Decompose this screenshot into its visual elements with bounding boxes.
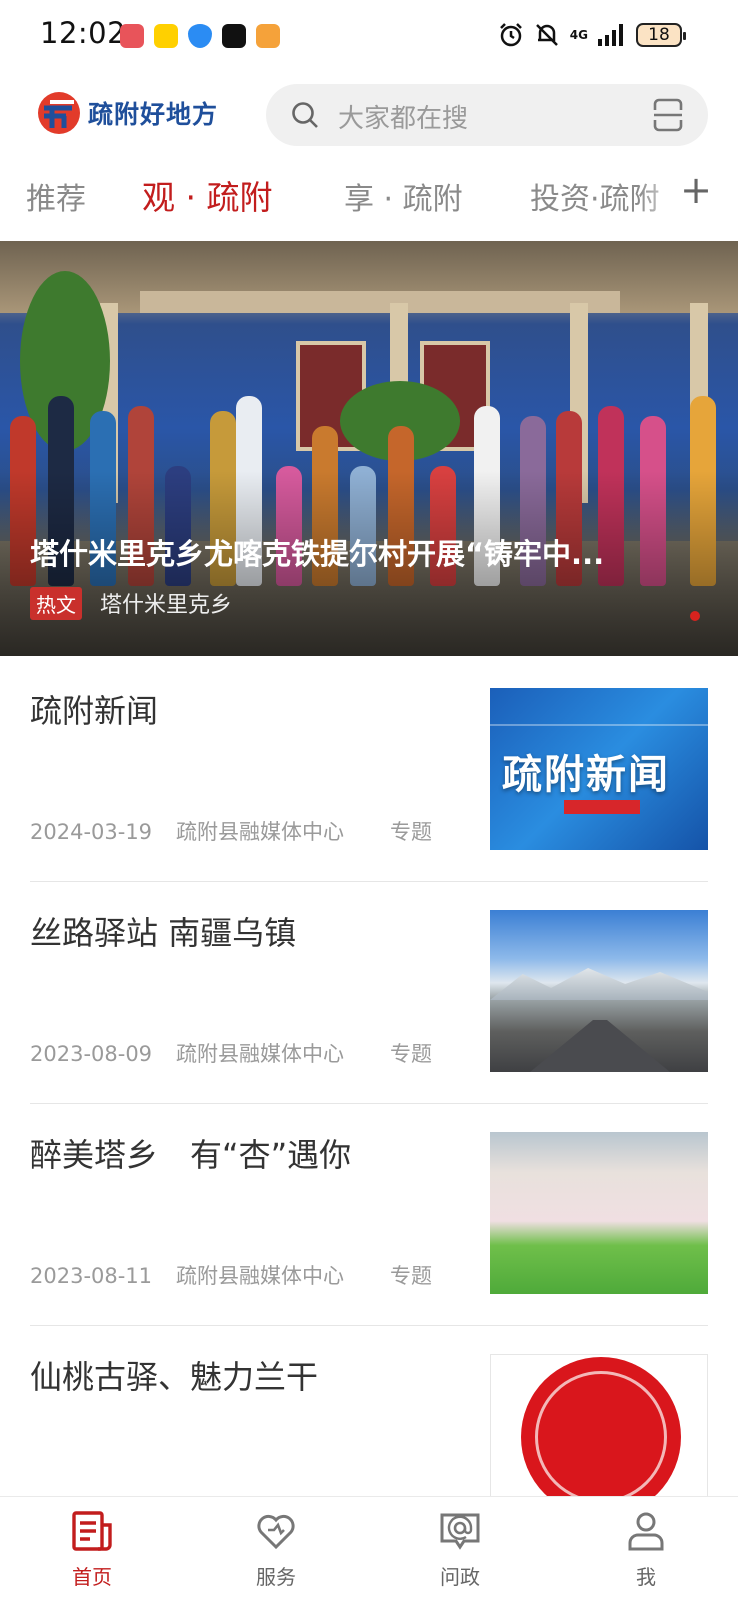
news-thumbnail — [490, 1354, 708, 1516]
hero-title: 塔什米里克乡尤喀克铁提尔村开展“铸牢中... — [30, 537, 605, 571]
bottom-nav: 首页 服务 问政 我 — [0, 1496, 738, 1600]
news-date: 2023-08-11 — [30, 1264, 153, 1288]
hero-source: 塔什米里克乡 — [100, 593, 233, 618]
add-channel-icon[interactable]: + — [680, 168, 712, 212]
hero-image-beam — [140, 291, 620, 313]
news-meta: 2023-08-09 疏附县融媒体中心 专题 — [30, 1038, 456, 1068]
news-title: 丝路驿站 南疆乌镇 — [30, 914, 297, 952]
news-date: 2023-08-09 — [30, 1042, 153, 1066]
news-meta: 2024-03-19 疏附县融媒体中心 专题 — [30, 816, 456, 846]
news-type: 专题 — [390, 1264, 433, 1288]
search-icon — [292, 102, 318, 128]
list-item[interactable]: 丝路驿站 南疆乌镇 2023-08-09 疏附县融媒体中心 专题 — [30, 878, 708, 1104]
search-bar[interactable]: 大家都在搜 — [266, 84, 708, 146]
news-source: 疏附县融媒体中心 — [176, 1264, 345, 1288]
network-type: 4G — [569, 28, 588, 42]
mute-icon — [535, 24, 558, 46]
news-type: 专题 — [390, 1042, 433, 1066]
nav-service[interactable]: 服务 — [226, 1509, 326, 1599]
nav-me[interactable]: 我 — [596, 1509, 696, 1599]
thumb-banner — [564, 800, 640, 814]
hot-tag-badge: 热文 — [30, 587, 82, 620]
news-type: 专题 — [390, 820, 433, 844]
nav-home[interactable]: 首页 — [42, 1509, 142, 1599]
alarm-icon — [499, 23, 522, 47]
message-app-icon — [256, 24, 280, 48]
list-item[interactable]: 醉美塔乡 有“杏”遇你 2023-08-11 疏附县融媒体中心 专题 — [30, 1100, 708, 1326]
brand-logo-icon[interactable] — [36, 90, 82, 136]
tab-guan-shufu[interactable]: 观 · 疏附 — [142, 171, 272, 219]
app-notification-icon — [120, 24, 144, 48]
tiktok-icon — [222, 24, 246, 48]
nav-me-label: 我 — [636, 1565, 656, 1589]
signal-icon — [598, 24, 623, 46]
news-thumbnail: 疏附新闻 — [490, 688, 708, 850]
news-meta: 2023-08-11 疏附县融媒体中心 专题 — [30, 1260, 456, 1290]
battery-indicator: 18 — [636, 23, 686, 47]
nav-home-label: 首页 — [72, 1565, 112, 1589]
status-indicators: 4G 18 — [498, 22, 686, 48]
news-title: 疏附新闻 — [30, 692, 159, 730]
app-header: 疏附好地方 大家都在搜 — [0, 80, 738, 152]
nav-wenzheng-label: 问政 — [440, 1565, 480, 1589]
heart-service-icon — [257, 1514, 295, 1550]
category-tabs: 推荐 观 · 疏附 享 · 疏附 投资·疏附 + — [0, 166, 738, 226]
carousel-indicator — [690, 611, 700, 621]
search-placeholder: 大家都在搜 — [338, 104, 469, 134]
news-thumbnail — [490, 910, 708, 1072]
nav-service-label: 服务 — [256, 1565, 296, 1589]
tab-xiang-shufu[interactable]: 享 · 疏附 — [344, 174, 463, 218]
meituan-icon — [154, 24, 178, 48]
nav-wenzheng[interactable]: 问政 — [410, 1509, 510, 1599]
list-item[interactable]: 疏附新闻 2024-03-19 疏附县融媒体中心 专题 疏附新闻 — [30, 656, 708, 882]
hero-banner[interactable]: 塔什米里克乡尤喀克铁提尔村开展“铸牢中... 热文 塔什米里克乡 — [0, 241, 738, 656]
news-date: 2024-03-19 — [30, 820, 153, 844]
brand-name: 疏附好地方 — [88, 100, 219, 129]
news-thumbnail — [490, 1132, 708, 1294]
app-screen: 12:02 4G 18 疏附好地方 大家都在搜 推荐 观 · 疏附 享 · 疏附… — [0, 0, 738, 1600]
thumb-road — [530, 1020, 670, 1072]
thumb-decoration — [490, 724, 708, 726]
shield-icon — [188, 24, 212, 48]
user-icon — [628, 1512, 664, 1551]
news-source: 疏附县融媒体中心 — [176, 1042, 345, 1066]
scan-icon[interactable] — [652, 98, 684, 132]
news-title: 仙桃古驿、魅力兰干 — [30, 1358, 319, 1396]
thumb-mountains — [490, 968, 708, 1000]
status-bar: 12:02 4G 18 — [0, 0, 738, 72]
status-time: 12:02 — [40, 16, 127, 50]
thumb-emblem-ring — [535, 1371, 667, 1503]
news-source: 疏附县融媒体中心 — [176, 820, 345, 844]
thumb-title: 疏附新闻 — [502, 752, 670, 798]
news-home-icon — [72, 1511, 112, 1551]
message-at-icon — [440, 1513, 480, 1550]
notification-icons — [120, 24, 280, 48]
news-title: 醉美塔乡 有“杏”遇你 — [30, 1136, 352, 1174]
tab-recommend[interactable]: 推荐 — [26, 174, 86, 218]
